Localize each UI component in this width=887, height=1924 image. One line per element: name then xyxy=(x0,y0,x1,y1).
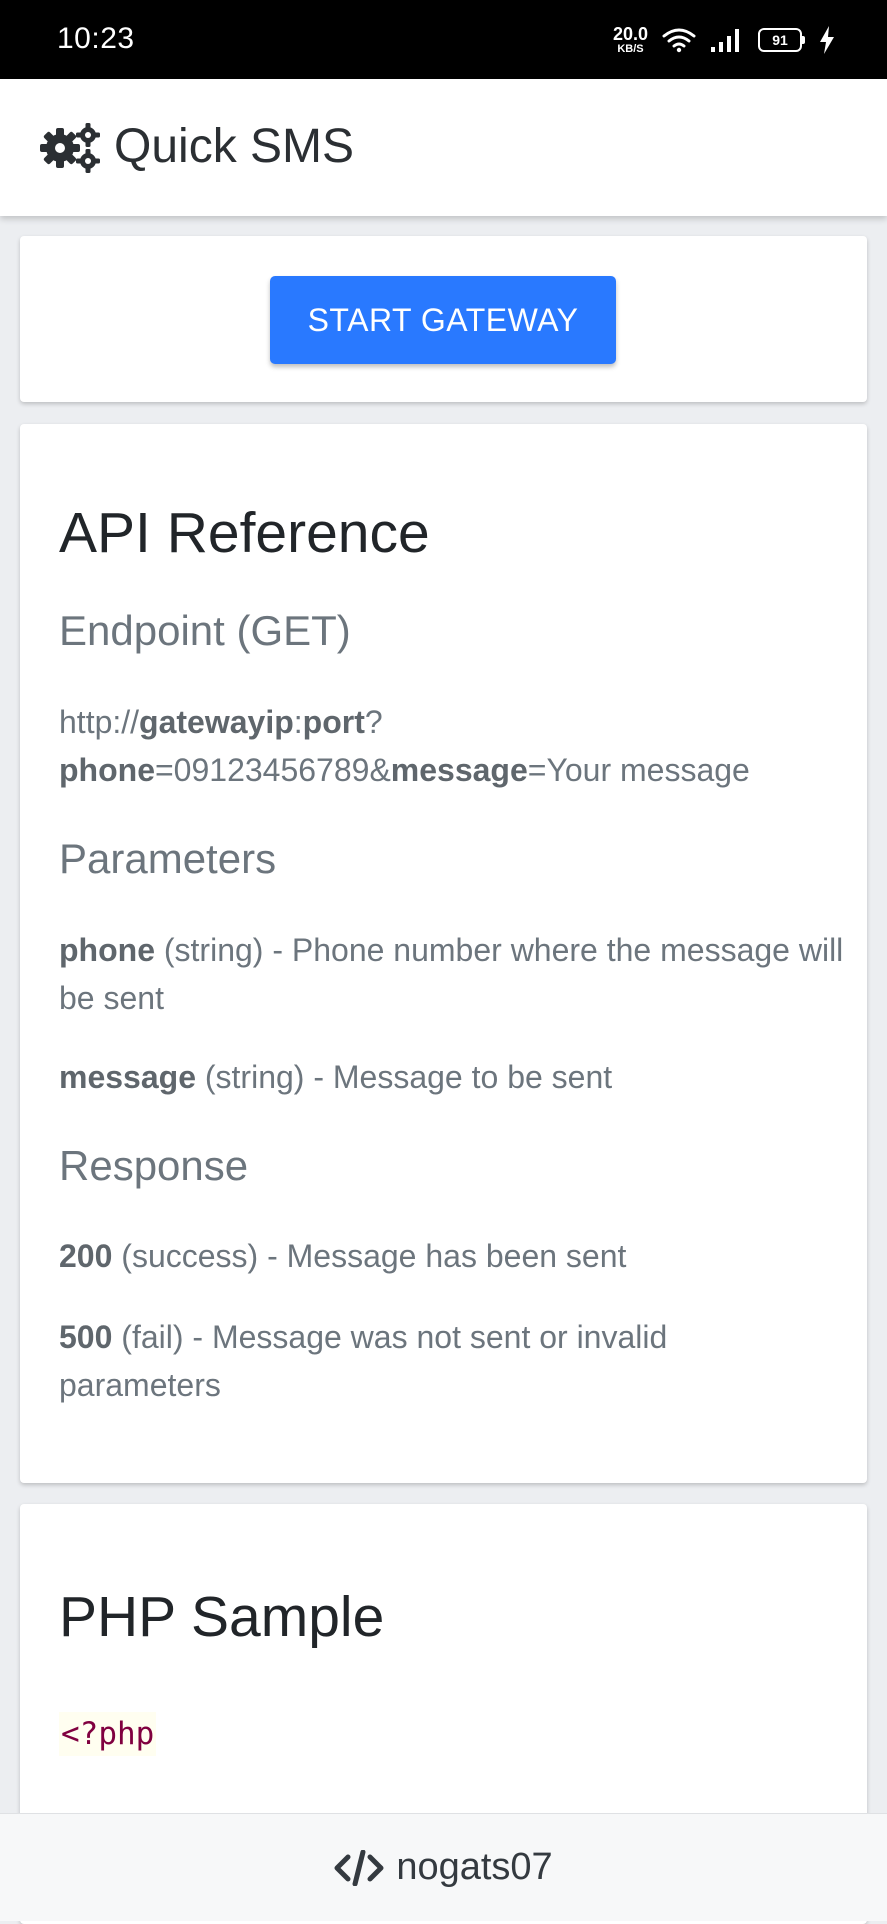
endpoint-url: http://gatewayip:port? phone=09123456789&… xyxy=(59,704,750,788)
php-sample-title: PHP Sample xyxy=(59,1585,385,1649)
endpoint-heading: Endpoint (GET) xyxy=(59,607,351,654)
response-item: 500 (fail) - Message was not sent or inv… xyxy=(59,1319,668,1403)
status-icons: 20.0 KB/S 91 xyxy=(613,20,835,60)
wifi-icon xyxy=(662,28,696,53)
network-speed-value: 20.0 xyxy=(612,24,648,44)
api-reference-title: API Reference xyxy=(59,501,430,565)
charging-icon xyxy=(820,26,834,54)
footer: nogats07 xyxy=(0,1813,887,1921)
battery-icon: 91 xyxy=(758,28,805,52)
status-bar: 10:23 20.0 KB/S 91 xyxy=(0,0,887,79)
response-heading: Response xyxy=(59,1142,249,1189)
signal-icon xyxy=(711,29,739,52)
parameter-item: phone (string) - Phone number where the … xyxy=(59,932,844,1016)
response-item: 200 (success) - Message has been sent xyxy=(59,1238,627,1274)
parameter-item: message (string) - Message to be sent xyxy=(59,1059,613,1095)
api-reference-card: API Reference Endpoint (GET) http://gate… xyxy=(20,424,867,1483)
gateway-card: START GATEWAY xyxy=(20,236,867,402)
network-speed-unit: KB/S xyxy=(617,43,644,55)
battery-level: 91 xyxy=(758,28,802,52)
parameters-heading: Parameters xyxy=(59,835,277,882)
start-gateway-button[interactable]: START GATEWAY xyxy=(270,276,616,364)
code-icon xyxy=(334,1849,384,1886)
app-title: Quick SMS xyxy=(114,120,355,173)
footer-author-link[interactable]: nogats07 xyxy=(396,1846,552,1889)
php-code-line: <?php xyxy=(59,1712,157,1756)
network-speed: 20.0 KB/S xyxy=(613,25,648,55)
app-bar: Quick SMS xyxy=(0,79,887,216)
status-time: 10:23 xyxy=(57,22,135,55)
gears-icon xyxy=(40,123,100,173)
